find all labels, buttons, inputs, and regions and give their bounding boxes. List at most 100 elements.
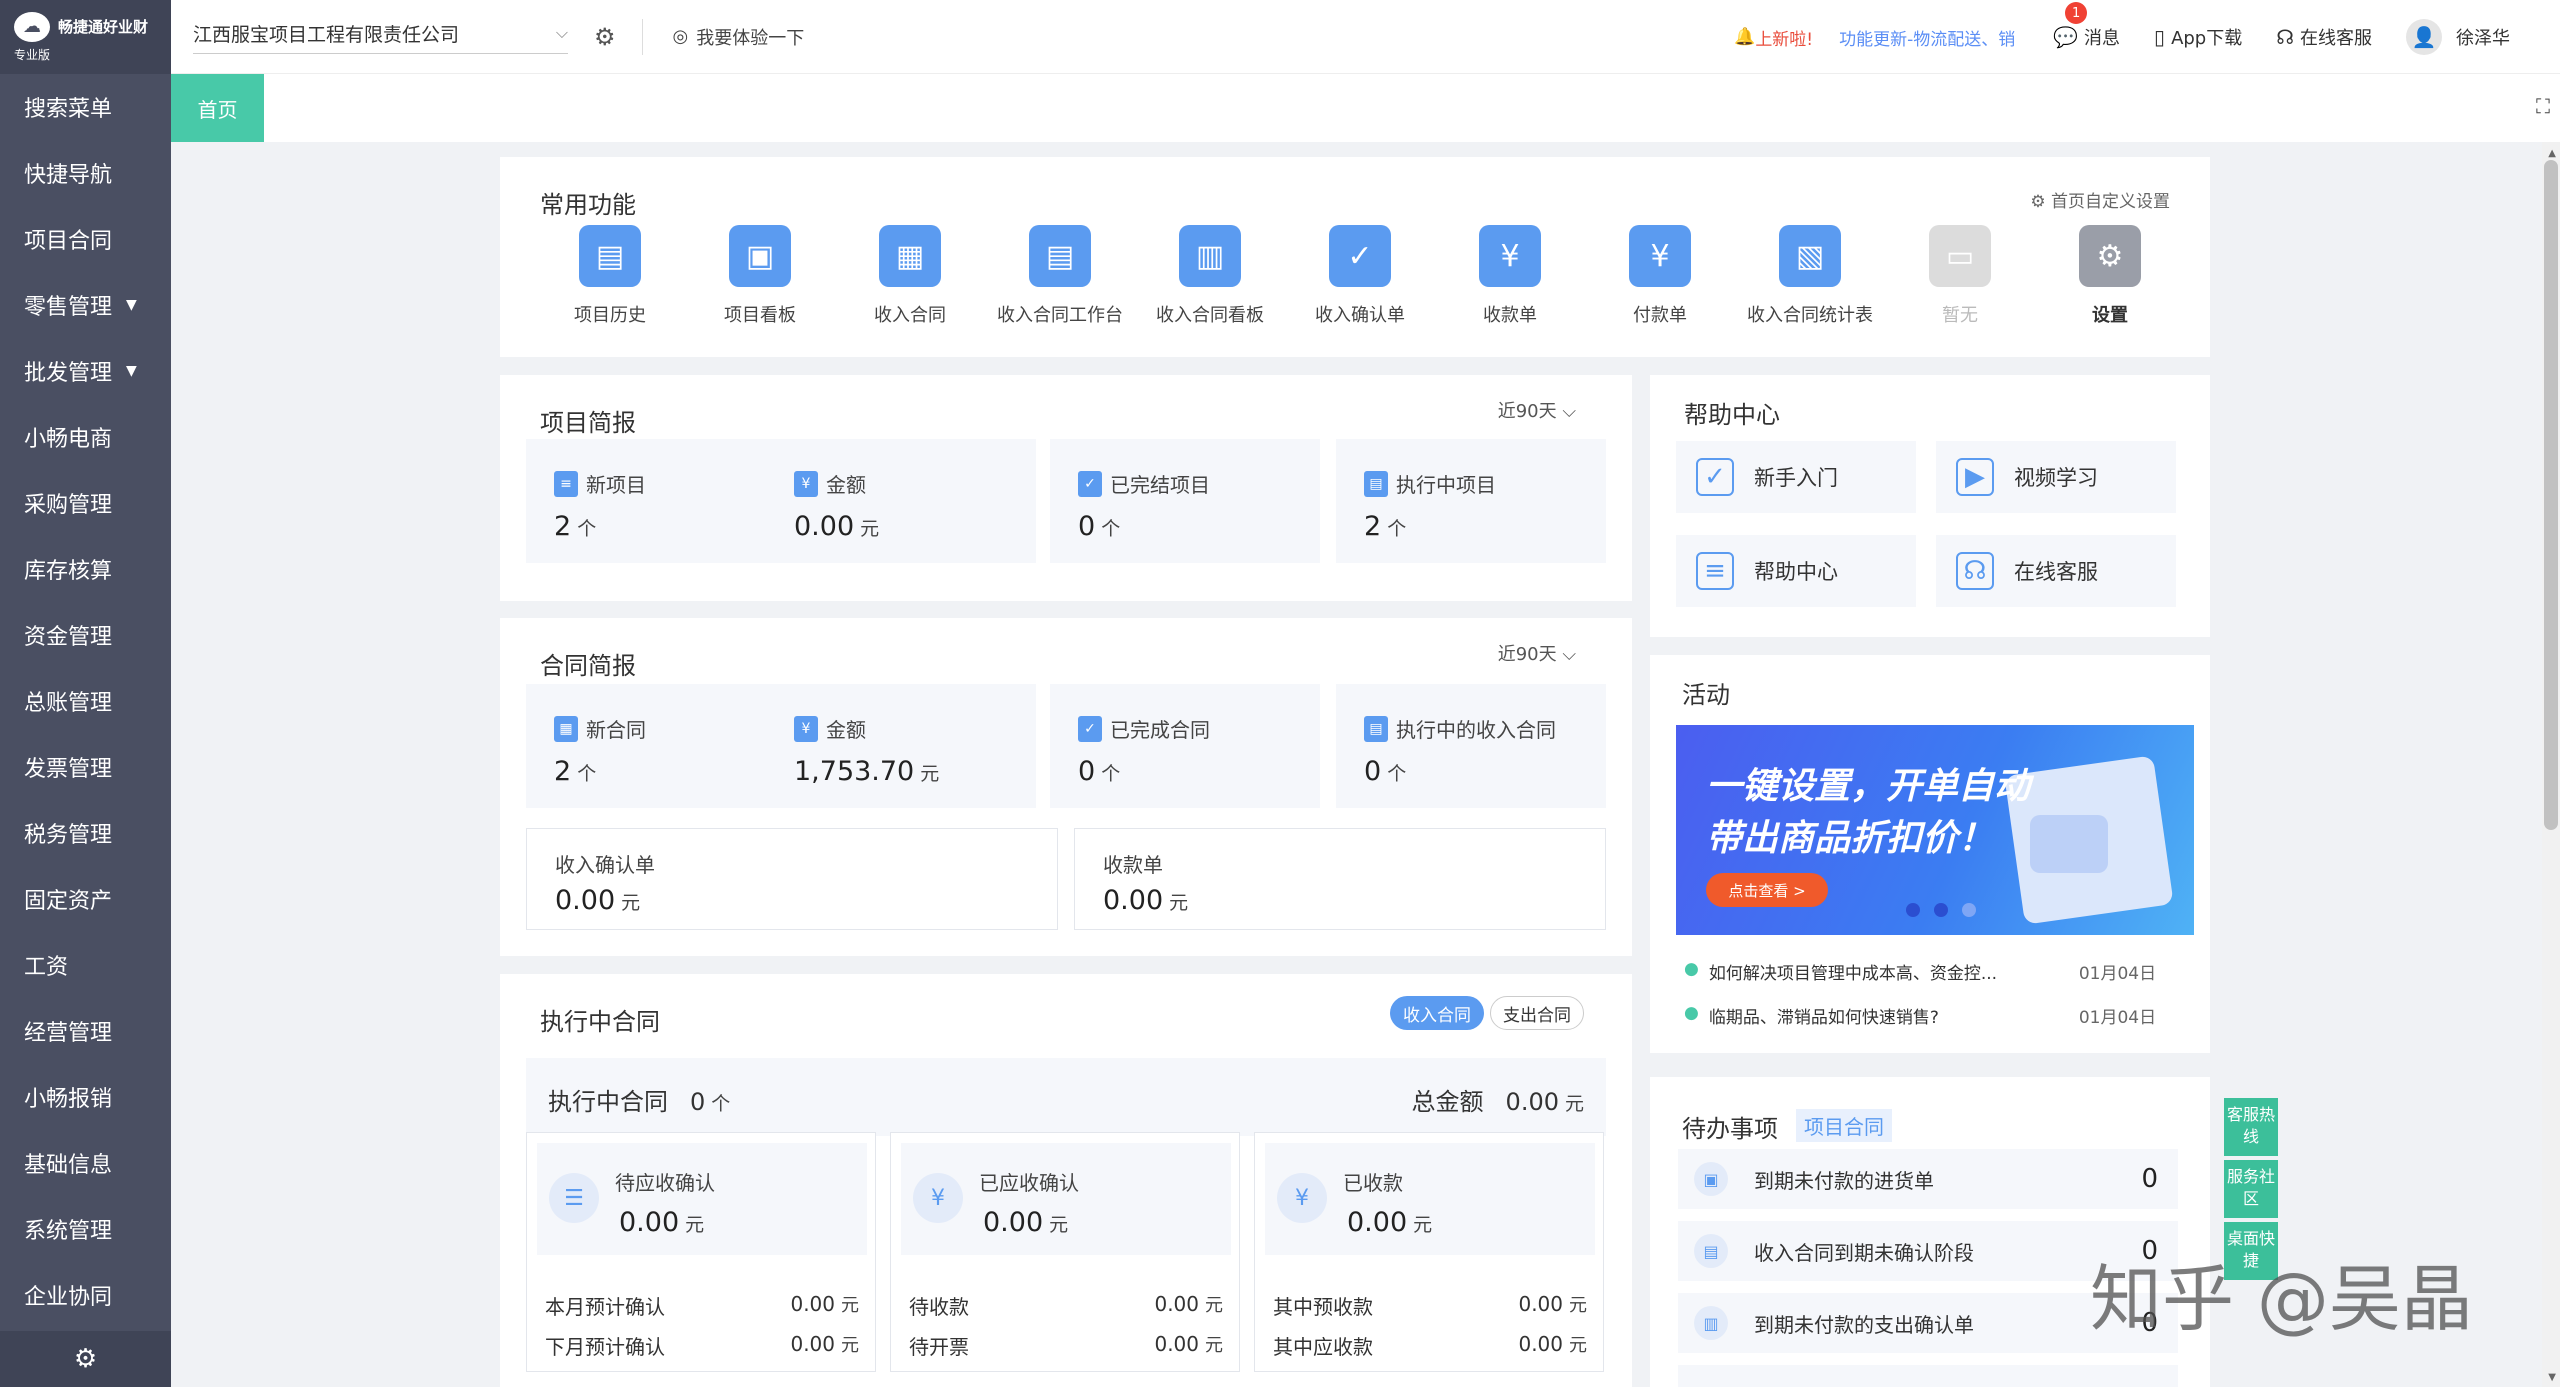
carousel-dot[interactable] (1906, 903, 1920, 917)
news-date: 01月04日 (2078, 964, 2157, 984)
exec-amount-number: 0.00 (983, 1207, 1044, 1238)
func-label: 收入合同统计表 (1747, 305, 1873, 326)
cart-icon: ▣ (1694, 1162, 1728, 1196)
banner-line: 带出商品折扣价！ (1706, 818, 1995, 859)
sidebar-item-collaboration[interactable]: 企业协同 (0, 1262, 171, 1328)
sidebar-settings-button[interactable]: ⚙ (0, 1331, 171, 1387)
sidebar-item-label: 采购管理 (24, 493, 113, 518)
sidebar-item-label: 快捷导航 (24, 163, 113, 188)
todo-item[interactable]: ▣ 到期未付款的进货单 0 (1678, 1149, 2178, 1209)
gear-icon: ⚙ (2030, 192, 2051, 212)
trial-label: 我要体验一下 (696, 27, 805, 49)
func-income-confirm[interactable]: ✓ 收入确认单 (1290, 225, 1430, 327)
notice[interactable]: 🔔 上新啦! (1734, 25, 1813, 50)
carousel-dot[interactable] (1934, 903, 1948, 917)
float-community[interactable]: 服务社区 (2224, 1160, 2278, 1218)
range-selector[interactable]: 近90天 ⌵ (1498, 640, 1576, 666)
company-name: 江西服宝项目工程有限责任公司 (193, 23, 460, 46)
exec-row-number: 0.00 (1518, 1292, 1563, 1316)
sidebar-item-quicknav[interactable]: 快捷导航 (0, 140, 171, 206)
sidebar-item-project-contract[interactable]: 项目合同 (0, 206, 171, 272)
sidebar-item-payroll[interactable]: 工资 (0, 932, 171, 998)
sidebar-item-invoice[interactable]: 发票管理 (0, 734, 171, 800)
tab-income-contract[interactable]: 收入合同 (1390, 996, 1484, 1030)
help-item-video[interactable]: ▶ 视频学习 (1936, 441, 2176, 513)
sidebar-item-wholesale[interactable]: 批发管理 ▼ (0, 338, 171, 404)
func-contract-stats[interactable]: ▧ 收入合同统计表 (1740, 225, 1880, 327)
sidebar-item-ledger[interactable]: 总账管理 (0, 668, 171, 734)
scroll-up-icon[interactable]: ▲ (2548, 148, 2556, 159)
exec-row-label: 下月预计确认 (545, 1335, 665, 1359)
notice-marquee[interactable]: 功能更新-物流配送、销 (1839, 25, 2019, 50)
todo-tag[interactable]: 项目合同 (1796, 1109, 1892, 1142)
stat-number: 0 (1364, 756, 1382, 787)
news-item[interactable]: ● 如何解决项目管理中成本高、资金控... 01月04日 (1684, 959, 2184, 984)
stat-label-text: 执行中的收入合同 (1396, 718, 1556, 742)
help-item-online-service[interactable]: ☊ 在线客服 (1936, 535, 2176, 607)
func-settings[interactable]: ⚙ 设置 (2040, 225, 2180, 327)
sidebar-item-basic-info[interactable]: 基础信息 (0, 1130, 171, 1196)
receipt-summary[interactable]: 收款单 0.00 元 (1074, 828, 1606, 930)
trial-link[interactable]: ◎ 我要体验一下 (673, 24, 805, 50)
range-selector[interactable]: 近90天 ⌵ (1498, 397, 1576, 423)
card-title: 活动 (1682, 681, 1730, 709)
carousel-dot-active[interactable] (1962, 903, 1976, 917)
func-payment[interactable]: ¥ 付款单 (1590, 225, 1730, 327)
sidebar-item-search[interactable]: 搜索菜单 (0, 74, 171, 140)
news-item[interactable]: ● 临期品、滞销品如何快速销售? 01月04日 (1684, 1003, 2184, 1028)
news-date: 01月04日 (2078, 1008, 2157, 1028)
company-settings-icon[interactable]: ⚙ (594, 23, 616, 51)
sidebar-item-tax[interactable]: 税务管理 (0, 800, 171, 866)
activity-card: 活动 一键设置，开单自动 带出商品折扣价！ 点击查看 > ● 如何解决项目管理中成本… (1650, 655, 2210, 1053)
sidebar-item-retail[interactable]: 零售管理 ▼ (0, 272, 171, 338)
caret-down-icon: ▼ (126, 363, 137, 379)
contract-brief-card: 合同简报 近90天 ⌵ ▦ 新合同 2个 ¥ 金额 1,753.70 元 ✓ 已完成合同… (500, 618, 1632, 956)
empty-icon: ▭ (1929, 225, 1991, 287)
card-title: 合同简报 (540, 652, 636, 680)
list-icon: ☰ (549, 1173, 599, 1223)
custom-settings-link[interactable]: ⚙ 首页自定义设置 (2030, 187, 2170, 212)
sidebar-item-expense[interactable]: 小畅报销 (0, 1064, 171, 1130)
tab-home[interactable]: 首页 (171, 74, 264, 142)
sidebar-item-fixed-assets[interactable]: 固定资产 (0, 866, 171, 932)
message-button[interactable]: 💬 1 消息 (2053, 2, 2120, 50)
help-item-help-center[interactable]: ≡ 帮助中心 (1676, 535, 1916, 607)
tab-bar: 首页 ⛶ (171, 74, 2560, 142)
scrollbar-thumb[interactable] (2544, 160, 2558, 830)
yen-coin-icon: ¥ (1277, 1173, 1327, 1223)
exec-row-unit: 元 (841, 1335, 859, 1356)
tab-expense-contract[interactable]: 支出合同 (1490, 996, 1584, 1030)
func-income-contract[interactable]: ▦ 收入合同 (840, 225, 980, 327)
stat-box: ▦ 新合同 2个 ¥ 金额 1,753.70 元 (526, 684, 1036, 808)
user-menu[interactable]: 👤 徐泽华 (2406, 19, 2510, 55)
company-selector[interactable]: 江西服宝项目工程有限责任公司 ⌵ (193, 20, 568, 54)
fullscreen-icon[interactable]: ⛶ (2536, 94, 2550, 118)
sidebar-item-label: 固定资产 (24, 889, 113, 914)
online-service-button[interactable]: ☊ 在线客服 (2276, 24, 2372, 50)
sidebar-item-inventory[interactable]: 库存核算 (0, 536, 171, 602)
exec-row: 其中预收款 0.00 元 (1273, 1291, 1587, 1320)
help-item-getting-started[interactable]: ✓ 新手入门 (1676, 441, 1916, 513)
income-confirm-summary[interactable]: 收入确认单 0.00 元 (526, 828, 1058, 930)
func-project-history[interactable]: ▤ 项目历史 (540, 225, 680, 327)
func-contract-board[interactable]: ▥ 收入合同看板 (1140, 225, 1280, 327)
sidebar-item-ecommerce[interactable]: 小畅电商 (0, 404, 171, 470)
brand-logo[interactable]: ☁ 畅捷通好业财 专业版 (0, 0, 171, 74)
exec-amount-unit: 元 (685, 1214, 705, 1236)
stat-box: ≡ 新项目 2个 ¥ 金额 0.00 元 (526, 439, 1036, 563)
todo-item-partial[interactable] (1678, 1365, 2178, 1387)
app-download-button[interactable]: ▯ App下载 (2154, 24, 2242, 50)
activity-banner[interactable]: 一键设置，开单自动 带出商品折扣价！ 点击查看 > (1676, 725, 2194, 935)
float-hotline[interactable]: 客服热线 (2224, 1098, 2278, 1156)
sidebar-item-system[interactable]: 系统管理 (0, 1196, 171, 1262)
func-project-board[interactable]: ▣ 项目看板 (690, 225, 830, 327)
summary-value: 0.00 元 (1103, 885, 1188, 916)
banner-view-button[interactable]: 点击查看 > (1706, 873, 1828, 907)
sidebar-item-operations[interactable]: 经营管理 (0, 998, 171, 1064)
scroll-down-icon[interactable]: ▼ (2548, 1372, 2556, 1383)
sidebar-item-purchase[interactable]: 采购管理 (0, 470, 171, 536)
sidebar-item-funds[interactable]: 资金管理 (0, 602, 171, 668)
summary-number: 0.00 (1103, 885, 1164, 916)
func-receipt[interactable]: ¥ 收款单 (1440, 225, 1580, 327)
func-contract-workbench[interactable]: ▤ 收入合同工作台 (990, 225, 1130, 327)
